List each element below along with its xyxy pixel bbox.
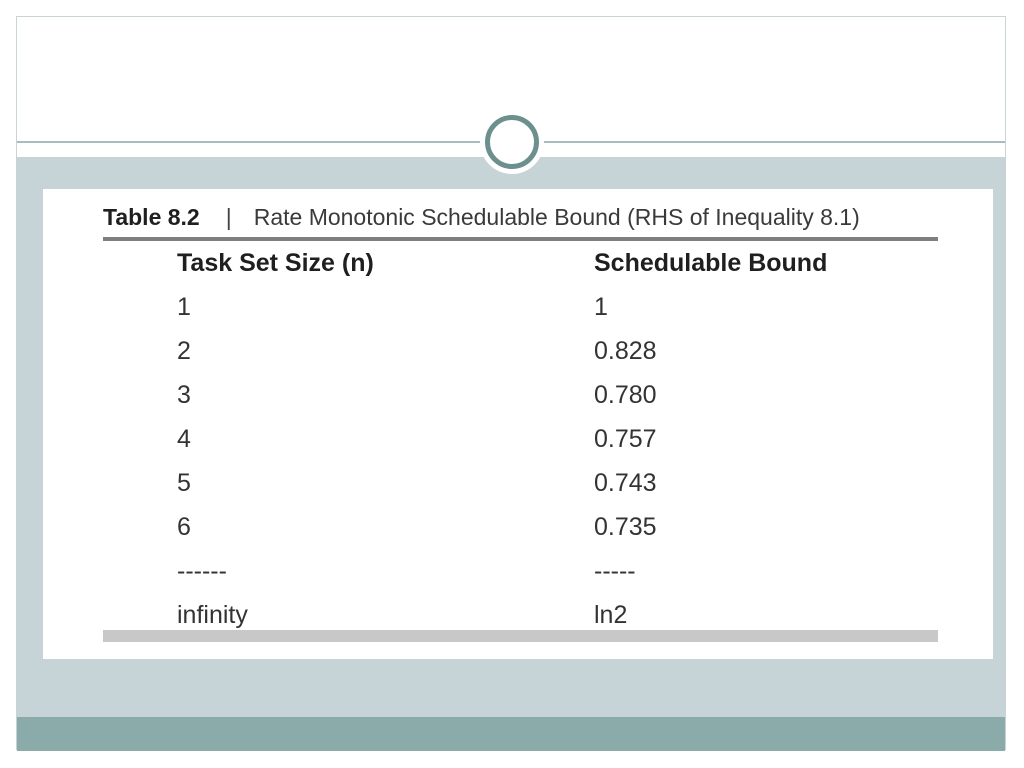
cell-schedulable-bound: 0.735 <box>594 512 657 541</box>
table-row: 1 1 <box>177 285 894 329</box>
circle-ornament <box>485 115 539 169</box>
table-row: 3 0.780 <box>177 373 894 417</box>
header-task-set-size: Task Set Size (n) <box>177 248 374 277</box>
table-bottom-rule <box>103 630 938 642</box>
schedulable-bound-table: Task Set Size (n) Schedulable Bound 1 1 … <box>177 241 894 637</box>
cell-schedulable-bound: 0.828 <box>594 336 657 365</box>
slide: Table 8.2 | Rate Monotonic Schedulable Bou… <box>16 16 1006 751</box>
table-row: 5 0.743 <box>177 461 894 505</box>
cell-schedulable-bound: 1 <box>594 292 608 321</box>
table-header-row: Task Set Size (n) Schedulable Bound <box>177 241 894 285</box>
header-schedulable-bound: Schedulable Bound <box>594 248 828 277</box>
cell-schedulable-bound: 0.743 <box>594 468 657 497</box>
cell-task-set-size: 6 <box>177 512 191 541</box>
table-title: Rate Monotonic Schedulable Bound (RHS of… <box>253 204 860 230</box>
cell-task-set-size: ------ <box>177 556 227 585</box>
table-number: Table 8.2 <box>103 204 200 230</box>
slide-footer-band <box>17 717 1005 751</box>
cell-task-set-size: 1 <box>177 292 191 321</box>
cell-schedulable-bound: ----- <box>594 556 636 585</box>
table-caption: Table 8.2 | Rate Monotonic Schedulable Bou… <box>103 199 938 235</box>
cell-task-set-size: 2 <box>177 336 191 365</box>
cell-task-set-size: 5 <box>177 468 191 497</box>
cell-task-set-size: 3 <box>177 380 191 409</box>
table-row: 4 0.757 <box>177 417 894 461</box>
table-row: 6 0.735 <box>177 505 894 549</box>
table-row: 2 0.828 <box>177 329 894 373</box>
table-image: Table 8.2 | Rate Monotonic Schedulable Bou… <box>43 189 993 659</box>
cell-schedulable-bound: 0.780 <box>594 380 657 409</box>
table-row: ------ ----- <box>177 549 894 593</box>
cell-task-set-size: 4 <box>177 424 191 453</box>
caption-separator: | <box>225 204 232 230</box>
cell-schedulable-bound: 0.757 <box>594 424 657 453</box>
